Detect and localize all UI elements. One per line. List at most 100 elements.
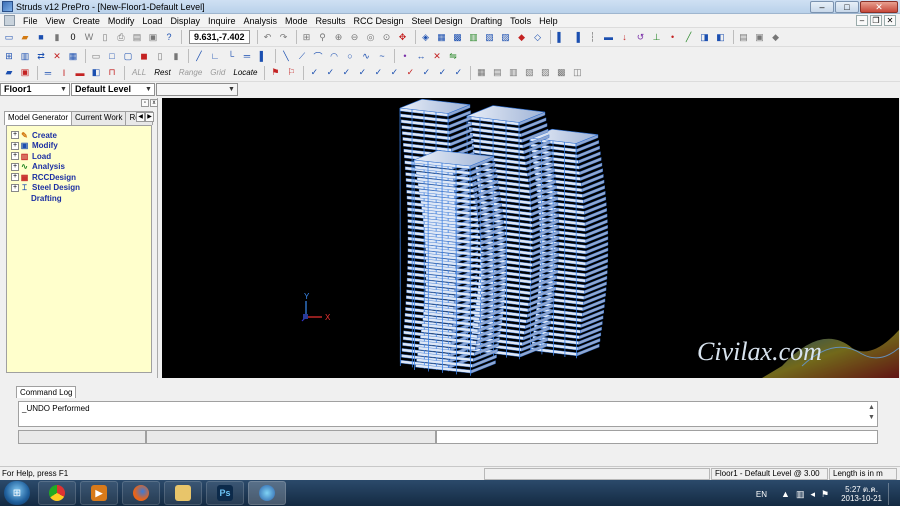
- view-iso-icon[interactable]: ▨: [499, 30, 513, 44]
- paste-icon[interactable]: ▣: [146, 30, 160, 44]
- tray-arrow-icon[interactable]: ▲: [781, 489, 790, 499]
- tree-item-analysis[interactable]: + ∿ Analysis: [11, 162, 151, 173]
- level-select[interactable]: Default Level ▼: [71, 83, 155, 96]
- l-shape-icon[interactable]: ∟: [208, 49, 222, 63]
- menu-drafting[interactable]: Drafting: [467, 16, 507, 26]
- arc2-icon[interactable]: ◠: [327, 49, 341, 63]
- minimize-button[interactable]: –: [810, 1, 834, 13]
- tab-scroll-right-icon[interactable]: ▶: [145, 112, 154, 122]
- view-section-icon[interactable]: ▧: [483, 30, 497, 44]
- check-i-icon[interactable]: ✓: [435, 66, 449, 80]
- square-icon[interactable]: □: [105, 49, 119, 63]
- save-icon[interactable]: ■: [34, 30, 48, 44]
- zoom-window-icon[interactable]: ⊞: [300, 30, 314, 44]
- command-field-2[interactable]: [146, 430, 436, 444]
- close-button[interactable]: ✕: [860, 1, 898, 13]
- circle-icon[interactable]: ○: [343, 49, 357, 63]
- undo-icon[interactable]: ↶: [261, 30, 275, 44]
- mdi-minimize-button[interactable]: –: [856, 15, 868, 26]
- menu-tools[interactable]: Tools: [506, 16, 535, 26]
- polyline-icon[interactable]: ⟋: [295, 49, 309, 63]
- expand-icon[interactable]: +: [11, 152, 19, 161]
- panel-close-icon[interactable]: x: [150, 99, 158, 107]
- floor-select[interactable]: Floor1 ▼: [0, 83, 70, 96]
- view-elevation-icon[interactable]: ▥: [467, 30, 481, 44]
- taskbar-explorer[interactable]: [164, 481, 202, 505]
- preview-icon[interactable]: ▤: [130, 30, 144, 44]
- tree-item-rccdesign[interactable]: + ▦ RCCDesign: [11, 172, 151, 183]
- grid-create-icon[interactable]: ⊞: [2, 49, 16, 63]
- expand-icon[interactable]: +: [11, 131, 19, 140]
- expand-icon[interactable]: +: [11, 141, 19, 150]
- image-icon[interactable]: ▣: [753, 30, 767, 44]
- copy-floor-icon[interactable]: ▥: [18, 49, 32, 63]
- language-indicator[interactable]: EN: [756, 490, 767, 499]
- tree-item-drafting[interactable]: Drafting: [11, 193, 151, 204]
- record-icon[interactable]: ◼: [137, 49, 151, 63]
- check-d-icon[interactable]: ✓: [355, 66, 369, 80]
- tree-item-load[interactable]: + ▥ Load: [11, 151, 151, 162]
- expand-icon[interactable]: +: [11, 162, 19, 171]
- display-c-icon[interactable]: ▥: [506, 66, 520, 80]
- footing-icon[interactable]: ⊓: [105, 66, 119, 80]
- tab-scroll-left-icon[interactable]: ◀: [136, 112, 145, 122]
- menu-load[interactable]: Load: [138, 16, 166, 26]
- select-all-button[interactable]: ALL: [132, 68, 146, 77]
- lock-icon[interactable]: ▮: [50, 30, 64, 44]
- menu-rcc-design[interactable]: RCC Design: [350, 16, 408, 26]
- load-arrow-icon[interactable]: ↓: [618, 30, 632, 44]
- flag-icon[interactable]: ⚑: [268, 66, 282, 80]
- arc-icon[interactable]: ⌒: [311, 49, 325, 63]
- new-file-icon[interactable]: ▭: [2, 30, 16, 44]
- check-j-icon[interactable]: ✓: [451, 66, 465, 80]
- flag2-icon[interactable]: ⚐: [284, 66, 298, 80]
- command-field-1[interactable]: [18, 430, 146, 444]
- member-icon[interactable]: ╱: [682, 30, 696, 44]
- curve-icon[interactable]: ∿: [359, 49, 373, 63]
- pan-icon[interactable]: ✥: [396, 30, 410, 44]
- document-icon[interactable]: ▯: [98, 30, 112, 44]
- taskbar-firefox[interactable]: [122, 481, 160, 505]
- paint-icon[interactable]: ▰: [2, 66, 16, 80]
- zoom-icon[interactable]: ⚲: [316, 30, 330, 44]
- menu-display[interactable]: Display: [166, 16, 204, 26]
- slab-select-icon[interactable]: ◧: [89, 66, 103, 80]
- spline-icon[interactable]: ~: [375, 49, 389, 63]
- box-icon[interactable]: ▢: [121, 49, 135, 63]
- command-log-scrollbar[interactable]: ▲ ▼: [867, 403, 876, 425]
- tree-item-steel-design[interactable]: + ⌶ Steel Design: [11, 183, 151, 194]
- expand-icon[interactable]: +: [11, 183, 19, 192]
- clock[interactable]: 5:27 ต.ค. 2013-10-21: [841, 485, 882, 503]
- grid-button[interactable]: Grid: [210, 68, 225, 77]
- rest-button[interactable]: Rest: [154, 68, 170, 77]
- display-b-icon[interactable]: ▤: [490, 66, 504, 80]
- locate-button[interactable]: Locate: [233, 68, 257, 77]
- mirror-icon[interactable]: ⇋: [446, 49, 460, 63]
- menu-create[interactable]: Create: [69, 16, 104, 26]
- document-system-icon[interactable]: [4, 15, 15, 26]
- extra-select[interactable]: ▼: [156, 83, 238, 96]
- support-icon[interactable]: ⊥: [650, 30, 664, 44]
- tree-item-modify[interactable]: + ▣ Modify: [11, 141, 151, 152]
- material-icon[interactable]: ◧: [714, 30, 728, 44]
- taskbar-chrome[interactable]: [38, 481, 76, 505]
- check-c-icon[interactable]: ✓: [339, 66, 353, 80]
- tab-command-log[interactable]: Command Log: [16, 386, 77, 398]
- check-a-icon[interactable]: ✓: [307, 66, 321, 80]
- menu-steel-design[interactable]: Steel Design: [408, 16, 467, 26]
- zoom-previous-icon[interactable]: ⊙: [380, 30, 394, 44]
- report-icon[interactable]: ▤: [737, 30, 751, 44]
- maximize-button[interactable]: □: [835, 1, 859, 13]
- rect-grid-icon[interactable]: ▦: [66, 49, 80, 63]
- open-folder-icon[interactable]: ▰: [18, 30, 32, 44]
- slab-icon[interactable]: ▬: [602, 30, 616, 44]
- display-d-icon[interactable]: ▧: [522, 66, 536, 80]
- check-b-icon[interactable]: ✓: [323, 66, 337, 80]
- node-icon[interactable]: •: [666, 30, 680, 44]
- dimension-icon[interactable]: ↔: [414, 49, 428, 63]
- command-input[interactable]: [436, 430, 878, 444]
- close-shape-icon[interactable]: ✕: [50, 49, 64, 63]
- tool-pink-icon[interactable]: •: [398, 49, 412, 63]
- picture-icon[interactable]: ▣: [18, 66, 32, 80]
- settings-icon[interactable]: ◆: [769, 30, 783, 44]
